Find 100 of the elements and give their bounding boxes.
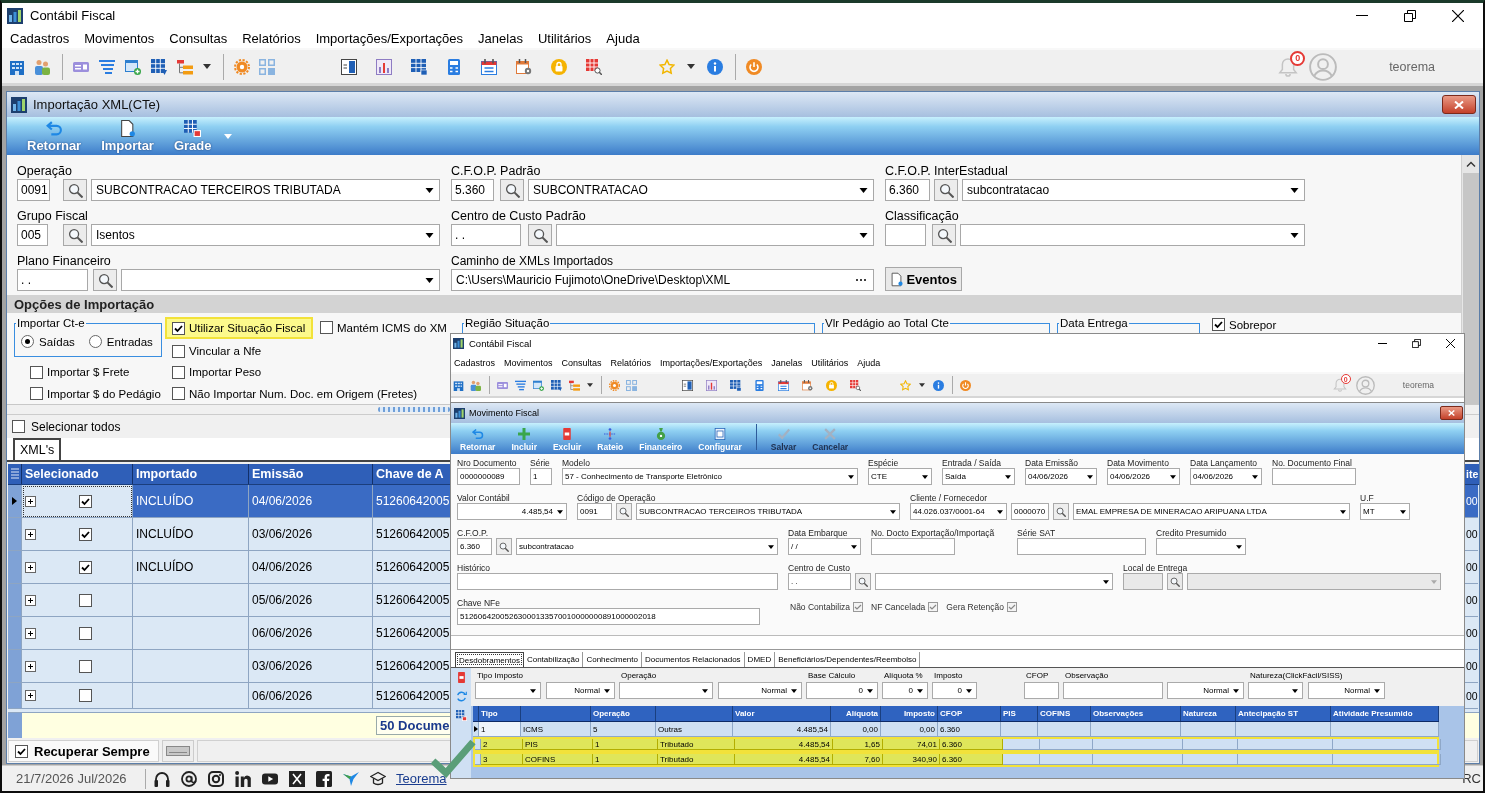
dropdown-field[interactable]: 04/06/2026 bbox=[1190, 468, 1262, 485]
close-icon[interactable] bbox=[1452, 9, 1464, 22]
menu-item[interactable]: Movimentos bbox=[504, 357, 553, 368]
tab[interactable]: Conhecimento bbox=[583, 652, 642, 667]
dropdown-field[interactable]: 04/06/2026 bbox=[1025, 468, 1097, 485]
close-button[interactable] bbox=[1440, 406, 1463, 420]
dropdown-field[interactable] bbox=[619, 682, 713, 699]
bar-chart-icon[interactable] bbox=[376, 58, 392, 75]
code-field[interactable]: . . bbox=[451, 224, 521, 246]
power-icon[interactable] bbox=[960, 379, 971, 391]
radio-label[interactable]: Entradas bbox=[106, 335, 153, 348]
menu-item[interactable]: Cadastros bbox=[454, 357, 496, 368]
checkbox[interactable] bbox=[172, 321, 185, 335]
code-field[interactable]: 005 bbox=[17, 224, 48, 246]
list-icon[interactable] bbox=[10, 468, 19, 480]
star-icon[interactable] bbox=[659, 58, 675, 75]
code-field[interactable] bbox=[1123, 573, 1163, 590]
dropdown-field[interactable] bbox=[475, 682, 541, 699]
plus-icon[interactable] bbox=[25, 495, 36, 507]
search-button[interactable] bbox=[528, 224, 552, 246]
calendar-icon[interactable] bbox=[481, 58, 497, 75]
logo-icon[interactable] bbox=[343, 770, 359, 787]
plus-icon[interactable] bbox=[25, 627, 36, 639]
dropdown-field[interactable]: 0 bbox=[882, 682, 928, 699]
dropdown-field[interactable]: 0 bbox=[932, 682, 977, 699]
code-field[interactable]: 5.360 bbox=[451, 179, 494, 201]
calendar-icon[interactable] bbox=[778, 379, 789, 391]
dropdown-field[interactable] bbox=[960, 224, 1305, 246]
plus-icon[interactable] bbox=[25, 690, 36, 701]
dropdown-field[interactable] bbox=[1248, 682, 1303, 699]
document-icon[interactable] bbox=[682, 379, 693, 391]
menu-item[interactable]: Importações/Exportações bbox=[315, 30, 464, 46]
checkbox-label[interactable]: Não Contabiliza bbox=[790, 602, 850, 612]
calendar-gear-icon[interactable] bbox=[802, 379, 813, 391]
gear-icon[interactable] bbox=[234, 58, 250, 75]
text-field[interactable] bbox=[1063, 682, 1163, 699]
dropdown-field[interactable]: 04/06/2026 bbox=[1107, 468, 1180, 485]
document-icon[interactable] bbox=[341, 58, 357, 75]
menu-item[interactable]: Relatórios bbox=[242, 30, 301, 46]
dropdown-field[interactable]: subcontratacao bbox=[962, 179, 1305, 201]
list-icon[interactable] bbox=[99, 58, 115, 75]
calculator-icon[interactable] bbox=[754, 379, 765, 391]
hierarchy-icon[interactable] bbox=[569, 379, 580, 391]
code-field[interactable]: 0000070 bbox=[1011, 503, 1049, 520]
column-header[interactable]: Selecionado bbox=[22, 464, 133, 484]
text-field[interactable]: 1 bbox=[530, 468, 552, 485]
table-search-icon[interactable] bbox=[586, 58, 602, 75]
info-icon[interactable] bbox=[707, 58, 723, 75]
search-button[interactable] bbox=[63, 179, 87, 201]
code-field[interactable] bbox=[885, 224, 926, 246]
column-header[interactable]: Operação bbox=[591, 706, 656, 721]
plus-icon[interactable] bbox=[25, 594, 36, 606]
text-field[interactable] bbox=[457, 573, 778, 590]
text-field[interactable]: 51260642005263000133570010000000891000002018 bbox=[457, 608, 760, 625]
refresh-icon[interactable] bbox=[455, 691, 467, 702]
code-field[interactable]: . . bbox=[17, 269, 88, 291]
dropdown-field[interactable]: 0 bbox=[806, 682, 878, 699]
menu-item[interactable]: Consultas bbox=[169, 30, 228, 46]
menu-item[interactable]: Janelas bbox=[478, 30, 523, 46]
checkbox[interactable] bbox=[172, 387, 185, 400]
tiles-icon[interactable] bbox=[626, 379, 637, 391]
caret-icon[interactable] bbox=[687, 64, 695, 69]
search-button[interactable] bbox=[63, 224, 87, 246]
column-header[interactable]: Importado bbox=[133, 464, 249, 484]
restore-icon[interactable] bbox=[1412, 339, 1421, 348]
list-icon[interactable] bbox=[515, 379, 526, 391]
grid-row[interactable]: 3 COFINS 1 Tributado 4.485,54 7,60 340,90 6.360 bbox=[473, 752, 1439, 767]
dropdown-field[interactable]: Normal bbox=[1308, 682, 1385, 699]
x-logo-icon[interactable] bbox=[289, 770, 305, 787]
dropdown-field[interactable]: SUBCONTRACAO TERCEIROS TRIBUTADA bbox=[91, 179, 440, 201]
caret-icon[interactable] bbox=[203, 64, 211, 69]
restore-icon[interactable] bbox=[1404, 9, 1416, 22]
close-button[interactable] bbox=[1442, 95, 1476, 114]
text-field[interactable] bbox=[1024, 682, 1059, 699]
menu-item[interactable]: Utilitários bbox=[811, 357, 849, 368]
menu-item[interactable]: Consultas bbox=[561, 357, 602, 368]
tab[interactable]: Documentos Relacionados bbox=[642, 652, 745, 667]
checkbox[interactable] bbox=[172, 344, 185, 358]
keyboard-button[interactable] bbox=[161, 740, 194, 762]
checkbox[interactable] bbox=[79, 494, 92, 508]
dropdown-field[interactable] bbox=[556, 224, 874, 246]
menu-item[interactable]: Ajuda bbox=[857, 357, 881, 368]
dropdown-field[interactable]: 44.026.037/0001-64 bbox=[910, 503, 1007, 520]
search-button[interactable] bbox=[496, 538, 512, 555]
radio-button[interactable] bbox=[21, 335, 34, 348]
linkedin-icon[interactable] bbox=[235, 770, 251, 787]
id-card-icon[interactable] bbox=[497, 379, 508, 391]
search-button[interactable] bbox=[500, 179, 524, 201]
search-button[interactable] bbox=[855, 573, 871, 590]
checkbox-label[interactable]: NF Cancelada bbox=[871, 602, 926, 612]
text-field[interactable] bbox=[1272, 468, 1356, 485]
checkbox-label[interactable]: Selecionar todos bbox=[31, 419, 121, 434]
table-icon[interactable] bbox=[730, 379, 741, 391]
checkbox-label[interactable]: Vincular a Nfe bbox=[189, 345, 262, 357]
caret-icon[interactable] bbox=[587, 383, 593, 387]
menu-item[interactable]: Relatórios bbox=[610, 357, 652, 368]
text-field[interactable] bbox=[1017, 538, 1146, 555]
dropdown-field[interactable]: CTE bbox=[868, 468, 932, 485]
checkbox[interactable] bbox=[79, 626, 92, 640]
checkbox[interactable] bbox=[79, 659, 92, 673]
